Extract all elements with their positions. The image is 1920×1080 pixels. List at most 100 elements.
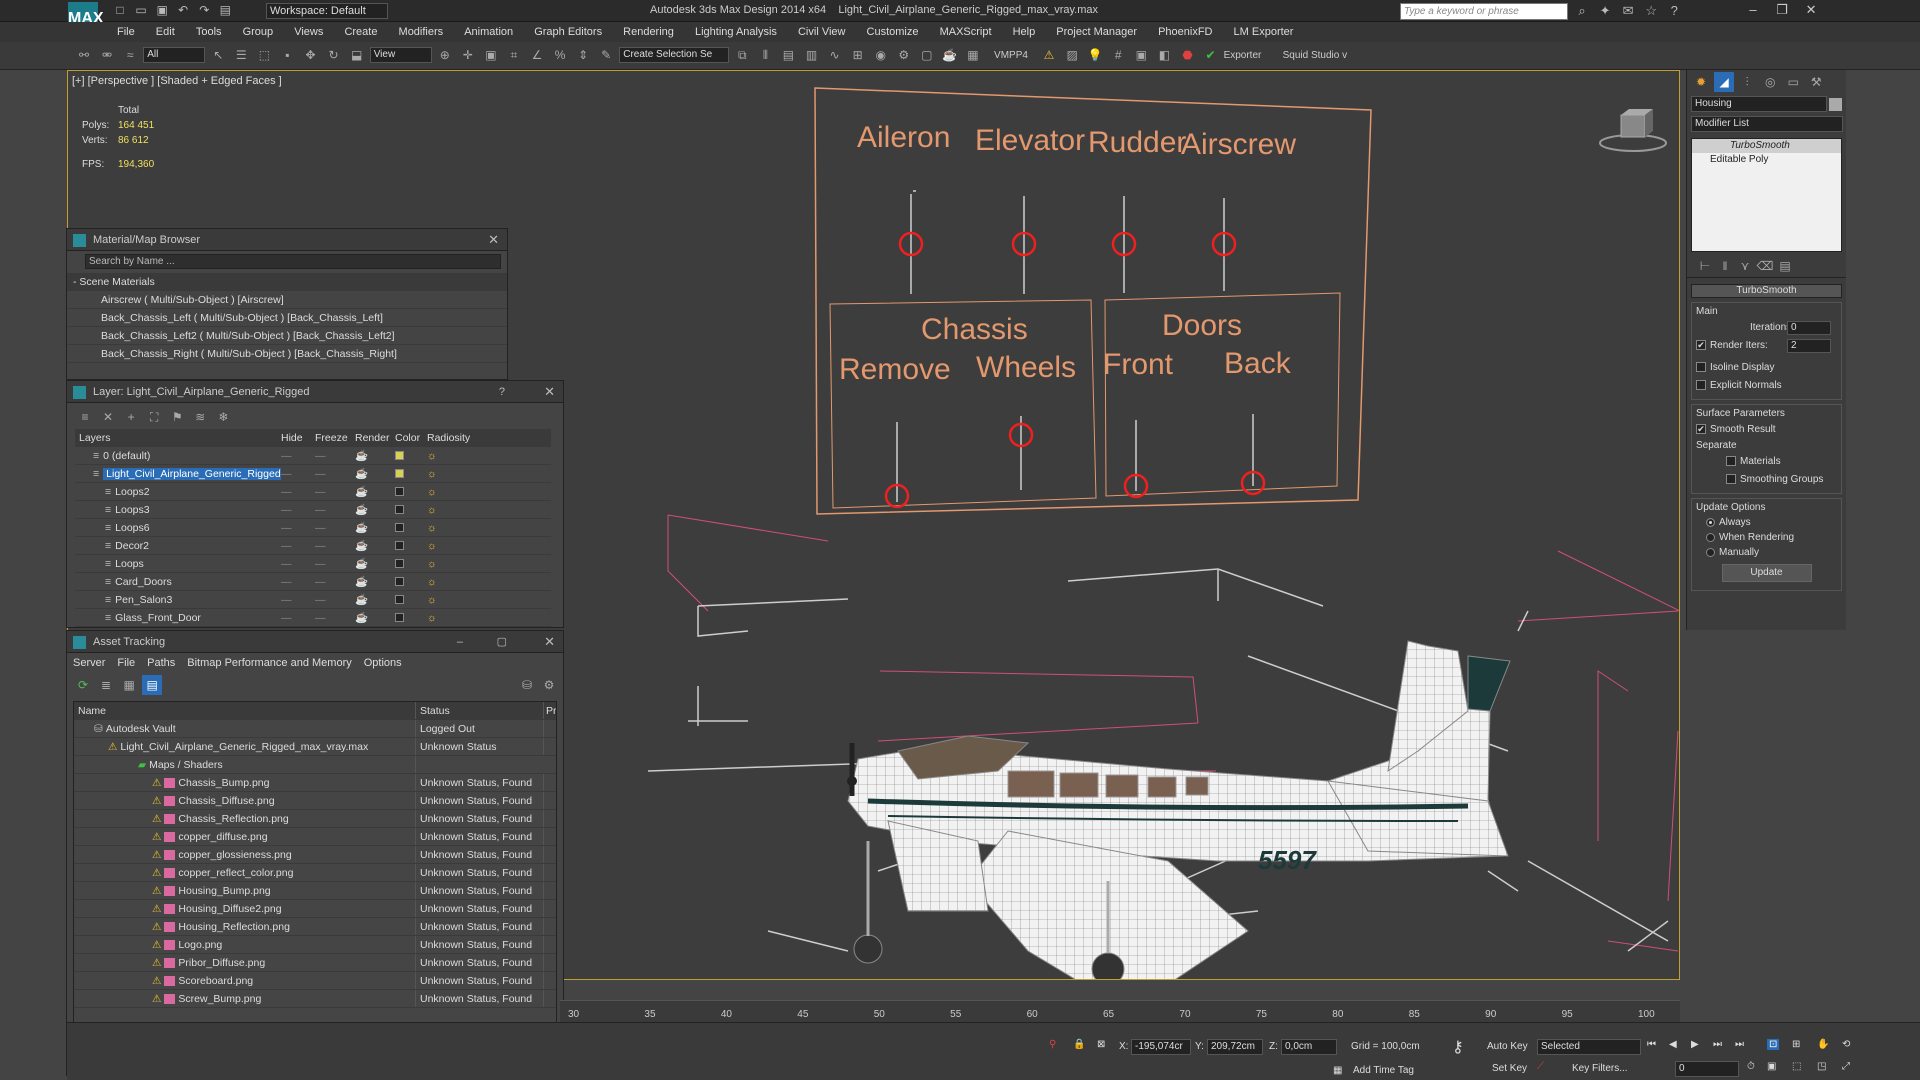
list-view-icon[interactable]: ≣ [96,675,116,695]
pin-stack-icon[interactable]: ⊢ [1695,256,1715,276]
radiosity-light-icon[interactable]: ☼ [427,447,479,464]
key-mode-icon[interactable]: ⟋ [1537,1061,1544,1072]
when-rendering-radio[interactable] [1706,532,1715,542]
exporter-label[interactable]: Exporter [1224,50,1280,61]
object-name-field[interactable]: Housing [1691,96,1827,112]
remove-modifier-icon[interactable]: ⌫ [1755,256,1775,276]
layer-color-swatch[interactable] [395,519,427,536]
hide-toggle[interactable]: — [281,591,315,608]
radiosity-light-icon[interactable]: ☼ [427,555,479,572]
manually-radio[interactable] [1706,547,1715,557]
rudder-handle-icon[interactable] [1111,231,1137,257]
isolate-icon[interactable]: ⚲ [1049,1039,1056,1050]
smoothing-groups-checkbox[interactable] [1726,474,1736,485]
menu-project-manager[interactable]: Project Manager [1047,22,1146,42]
asset-row[interactable]: ⚠ copper_diffuse.png Unknown Status, Found [74,828,556,846]
bind-spacewarp-icon[interactable]: ≈ [120,45,140,65]
add-time-tag-label[interactable]: Add Time Tag [1353,1065,1414,1076]
angle-snap-icon[interactable]: ∠ [527,45,547,65]
stop-icon[interactable]: ⬣ [1177,45,1197,65]
asset-row[interactable]: ⚠ Housing_Reflection.png Unknown Status, F… [74,918,556,936]
binoculars-icon[interactable]: ⌕ [1572,3,1592,19]
hide-toggle[interactable]: — [281,519,315,536]
layer-color-swatch[interactable] [395,609,427,626]
layer-color-swatch[interactable] [395,537,427,554]
menu-modifiers[interactable]: Modifiers [390,22,453,42]
delete-layer-icon[interactable]: ✕ [98,407,118,427]
material-item[interactable]: Airscrew ( Multi/Sub-Object ) [Airscrew] [67,291,507,309]
chassis-wheels-handle-icon[interactable] [1008,422,1034,448]
freeze-toggle[interactable]: — [315,591,355,608]
vault-icon[interactable]: ⛁ [517,675,537,695]
render-teapot-icon[interactable]: ☕ [355,537,395,554]
unlink-icon[interactable]: ⚮ [97,45,117,65]
asset-row[interactable]: ⛁ Autodesk Vault Logged Out [74,720,556,738]
add-to-layer-icon[interactable]: + [121,407,141,427]
chassis-remove-handle-icon[interactable] [884,483,910,509]
warning-icon[interactable]: ⚠ [1039,45,1059,65]
undo-icon[interactable]: ↶ [175,3,191,17]
radiosity-light-icon[interactable]: ☼ [427,483,479,500]
airplane-model[interactable]: 5597 [768,631,1528,979]
render-teapot-icon[interactable]: ☕ [355,609,395,626]
door-back-handle-icon[interactable] [1240,470,1266,496]
stack-item-turbosmooth[interactable]: TurboSmooth [1692,139,1841,153]
radiosity-light-icon[interactable]: ☼ [427,465,479,482]
menu-file[interactable]: File [108,22,144,42]
render-iters-spinner[interactable]: 2 [1787,339,1831,353]
layer-color-swatch[interactable] [395,573,427,590]
maximize-icon[interactable]: ▢ [497,631,507,653]
isoline-checkbox[interactable] [1696,362,1706,373]
restore-icon[interactable]: ❐ [1769,2,1795,18]
field-of-view-icon[interactable]: ▣ [1767,1061,1776,1072]
close-icon[interactable]: ✕ [1798,2,1824,18]
radiosity-light-icon[interactable]: ☼ [427,519,479,536]
keyword-search-input[interactable]: Type a keyword or phrase [1400,3,1568,20]
object-color-swatch[interactable] [1829,98,1842,111]
align-icon[interactable]: ⫴ [755,45,775,65]
layer-row[interactable]: ≡ Loops2— — ☕ ☼ [75,483,551,501]
hide-toggle[interactable]: — [281,483,315,500]
layer-color-swatch[interactable] [395,501,427,518]
menu-create[interactable]: Create [335,22,386,42]
asset-row[interactable]: ⚠ Housing_Bump.png Unknown Status, Found [74,882,556,900]
scale-icon[interactable]: ⬓ [347,45,367,65]
radiosity-light-icon[interactable]: ☼ [427,501,479,518]
layer-color-swatch[interactable] [395,591,427,608]
menu-phoenixfd[interactable]: PhoenixFD [1149,22,1221,42]
hide-toggle[interactable]: — [281,537,315,554]
asset-row[interactable]: ⚠ Chassis_Diffuse.png Unknown Status, Foun… [74,792,556,810]
layer-row[interactable]: ≡ Loops6— — ☕ ☼ [75,519,551,537]
goto-end-icon[interactable]: ⏭ [1735,1039,1744,1050]
menu-group[interactable]: Group [234,22,283,42]
col-freeze[interactable]: Freeze [315,429,355,446]
freeze-toggle[interactable]: — [315,609,355,626]
percent-snap-icon[interactable]: % [550,45,570,65]
maximize-viewport-icon[interactable]: ⤢ [1842,1061,1850,1072]
scene-materials-header[interactable]: - Scene Materials [67,273,507,291]
layer-row[interactable]: ≡ Glass_Front_Door — — ☕ ☼ [75,609,551,627]
freeze-toggle[interactable]: — [315,483,355,500]
next-frame-icon[interactable]: ⏭ [1713,1039,1722,1050]
close-icon[interactable]: ✕ [544,631,555,653]
create-layer-icon[interactable]: ≡ [75,407,95,427]
col-hide[interactable]: Hide [281,429,315,446]
render-teapot-icon[interactable]: ☕ [355,465,395,482]
render-teapot-icon[interactable]: ☕ [355,591,395,608]
layer-row[interactable]: ≡ Decor2— — ☕ ☼ [75,537,551,555]
layer-color-swatch[interactable] [395,447,427,464]
freeze-toggle[interactable]: — [315,537,355,554]
col-layers[interactable]: Layers [75,429,281,446]
key-selection-dropdown[interactable]: Selected [1537,1039,1641,1055]
freeze-toggle[interactable]: — [315,447,355,464]
menu-help[interactable]: Help [1004,22,1045,42]
table-view-icon[interactable]: ▤ [142,675,163,695]
material-editor-icon[interactable]: ◉ [871,45,891,65]
render-teapot-icon[interactable]: ☕ [355,519,395,536]
menu-animation[interactable]: Animation [455,22,522,42]
freeze-toggle[interactable]: — [315,519,355,536]
rendered-frame-icon[interactable]: ▢ [917,45,937,65]
stack-item-editable-poly[interactable]: Editable Poly [1692,153,1841,167]
freeze-toggle[interactable]: — [315,465,355,482]
help-icon[interactable]: ? [499,381,505,403]
